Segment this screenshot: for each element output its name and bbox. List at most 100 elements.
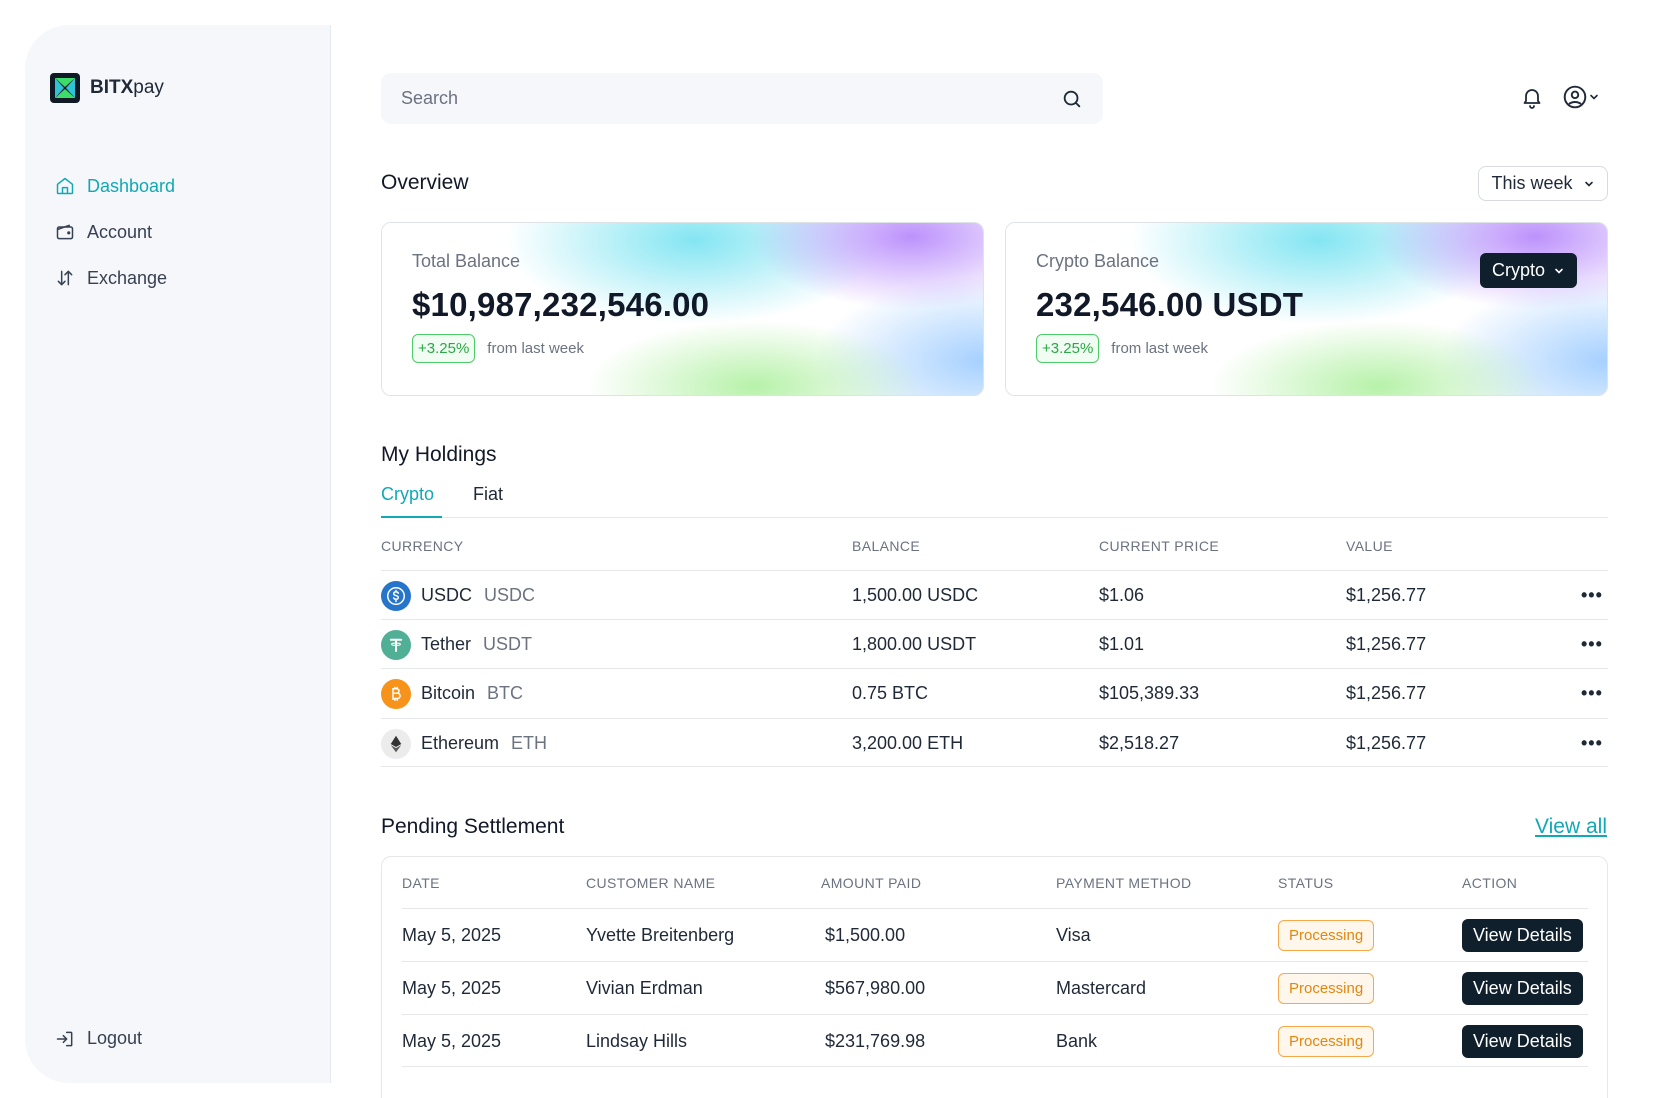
price-cell: $1.01 bbox=[1099, 634, 1145, 654]
table-row: May 5, 2025 Lindsay Hills $231,769.98 Ba… bbox=[402, 1014, 1588, 1067]
crypto-balance-change: +3.25% bbox=[1036, 334, 1100, 363]
total-balance-card: Total Balance $10,987,232,546.00 +3.25% … bbox=[381, 222, 984, 396]
table-row[interactable]: Bitcoin BTC 0.75 BTC $105,389.33 $1,256.… bbox=[381, 668, 1608, 717]
view-details-button[interactable]: View Details bbox=[1462, 919, 1583, 952]
value-cell: $1,256.77 bbox=[1346, 733, 1427, 753]
customer-cell: Lindsay Hills bbox=[586, 1031, 688, 1051]
sidebar: BITXpay Dashboard Account Exchange Logou… bbox=[25, 25, 331, 1083]
table-row: May 5, 2025 Vivian Erdman $567,980.00 Ma… bbox=[402, 961, 1588, 1014]
column-header-action: ACTION bbox=[1462, 875, 1518, 891]
column-header-price: CURRENT PRICE bbox=[1099, 538, 1220, 554]
logout-button[interactable]: Logout bbox=[55, 1028, 142, 1049]
column-header-status: STATUS bbox=[1278, 875, 1334, 891]
crypto-select-button[interactable]: Crypto bbox=[1479, 253, 1577, 288]
view-all-link[interactable]: View all bbox=[1535, 815, 1607, 839]
more-options-icon[interactable]: ••• bbox=[1581, 719, 1603, 768]
currency-name: Bitcoin bbox=[421, 683, 476, 703]
crypto-balance-value: 232,546.00 USDT bbox=[1036, 286, 1304, 323]
search-input[interactable] bbox=[401, 88, 1061, 109]
price-cell: $2,518.27 bbox=[1099, 733, 1180, 753]
view-details-button[interactable]: View Details bbox=[1462, 972, 1583, 1005]
tab-fiat[interactable]: Fiat bbox=[473, 484, 503, 518]
table-row[interactable]: Tether USDT 1,800.00 USDT $1.01 $1,256.7… bbox=[381, 619, 1608, 668]
column-header-customer: CUSTOMER NAME bbox=[586, 875, 716, 891]
sidebar-item-exchange[interactable]: Exchange bbox=[55, 255, 305, 301]
sidebar-item-account[interactable]: Account bbox=[55, 209, 305, 255]
column-header-balance: BALANCE bbox=[852, 538, 921, 554]
home-icon bbox=[56, 177, 74, 195]
value-cell: $1,256.77 bbox=[1346, 634, 1427, 654]
method-cell: Bank bbox=[1056, 1031, 1098, 1051]
price-cell: $1.06 bbox=[1099, 585, 1145, 605]
price-cell: $105,389.33 bbox=[1099, 683, 1200, 703]
balance-cell: 0.75 BTC bbox=[852, 683, 929, 703]
total-balance-label: Total Balance bbox=[412, 251, 521, 271]
balance-cell: 3,200.00 ETH bbox=[852, 733, 964, 753]
balance-cell: 1,500.00 USDC bbox=[852, 585, 979, 605]
value-cell: $1,256.77 bbox=[1346, 585, 1427, 605]
bell-icon bbox=[1523, 89, 1541, 109]
table-row: May 5, 2025 Yvette Breitenberg $1,500.00… bbox=[402, 908, 1588, 961]
status-badge: Processing bbox=[1278, 1026, 1375, 1057]
ethereum-icon bbox=[381, 728, 411, 759]
holdings-title: My Holdings bbox=[381, 443, 497, 466]
bitcoin-icon bbox=[381, 678, 411, 709]
table-row[interactable]: USDC USDC 1,500.00 USDC $1.06 $1,256.77 … bbox=[381, 570, 1608, 619]
brand-logo[interactable]: BITXpay bbox=[50, 73, 164, 103]
brand-name: BITXpay bbox=[90, 77, 164, 98]
total-balance-change-note: from last week bbox=[487, 340, 584, 357]
crypto-balance-change-note: from last week bbox=[1111, 340, 1208, 357]
value-cell: $1,256.77 bbox=[1346, 683, 1427, 703]
currency-symbol: USDT bbox=[483, 634, 533, 654]
chevron-down-icon bbox=[1584, 181, 1593, 187]
currency-symbol: ETH bbox=[511, 733, 548, 753]
overview-title: Overview bbox=[381, 171, 469, 194]
customer-cell: Yvette Breitenberg bbox=[586, 925, 735, 945]
total-balance-value: $10,987,232,546.00 bbox=[412, 286, 710, 323]
table-row[interactable]: Ethereum ETH 3,200.00 ETH $2,518.27 $1,2… bbox=[381, 718, 1608, 767]
column-header-currency: CURRENCY bbox=[381, 538, 464, 554]
customer-cell: Vivian Erdman bbox=[586, 978, 703, 998]
more-options-icon[interactable]: ••• bbox=[1581, 669, 1603, 718]
status-badge: Processing bbox=[1278, 920, 1375, 951]
amount-cell: $1,500.00 bbox=[825, 925, 906, 945]
total-balance-change: +3.25% bbox=[412, 334, 476, 363]
more-options-icon[interactable]: ••• bbox=[1581, 571, 1603, 620]
search-icon[interactable] bbox=[1061, 88, 1083, 110]
period-select[interactable]: This week bbox=[1478, 166, 1608, 201]
column-header-method: PAYMENT METHOD bbox=[1056, 875, 1192, 891]
notifications-button[interactable] bbox=[1520, 85, 1544, 109]
crypto-balance-card: Crypto Balance 232,546.00 USDT +3.25% fr… bbox=[1005, 222, 1608, 396]
crypto-select-value: Crypto bbox=[1491, 260, 1545, 280]
search-bar bbox=[381, 73, 1103, 124]
amount-cell: $231,769.98 bbox=[825, 1031, 926, 1051]
sidebar-item-dashboard[interactable]: Dashboard bbox=[55, 163, 305, 209]
date-cell: May 5, 2025 bbox=[402, 1031, 502, 1051]
currency-symbol: USDC bbox=[484, 585, 536, 605]
date-cell: May 5, 2025 bbox=[402, 925, 502, 945]
more-options-icon[interactable]: ••• bbox=[1581, 620, 1603, 669]
user-circle-icon bbox=[1563, 85, 1587, 109]
usdc-icon bbox=[381, 580, 411, 611]
tether-icon bbox=[381, 629, 411, 660]
chevron-down-icon bbox=[1590, 94, 1598, 100]
profile-menu-button[interactable] bbox=[1562, 84, 1600, 110]
column-header-value: VALUE bbox=[1346, 538, 1393, 554]
currency-symbol: BTC bbox=[487, 683, 524, 703]
logout-icon bbox=[56, 1031, 73, 1046]
currency-name: Ethereum bbox=[421, 733, 500, 753]
currency-name: USDC bbox=[421, 585, 473, 605]
sidebar-nav: Dashboard Account Exchange bbox=[55, 163, 305, 301]
sidebar-item-label: Exchange bbox=[87, 267, 168, 288]
method-cell: Visa bbox=[1056, 925, 1091, 945]
pending-title: Pending Settlement bbox=[381, 815, 565, 838]
date-cell: May 5, 2025 bbox=[402, 978, 502, 998]
logout-label: Logout bbox=[87, 1028, 143, 1048]
bitxpay-logo-icon bbox=[50, 73, 80, 103]
amount-cell: $567,980.00 bbox=[825, 978, 926, 998]
tab-crypto[interactable]: Crypto bbox=[381, 484, 442, 518]
top-actions bbox=[1520, 84, 1600, 110]
view-details-button[interactable]: View Details bbox=[1462, 1025, 1583, 1058]
wallet-icon bbox=[56, 224, 74, 240]
chevron-down-icon bbox=[1555, 268, 1563, 274]
